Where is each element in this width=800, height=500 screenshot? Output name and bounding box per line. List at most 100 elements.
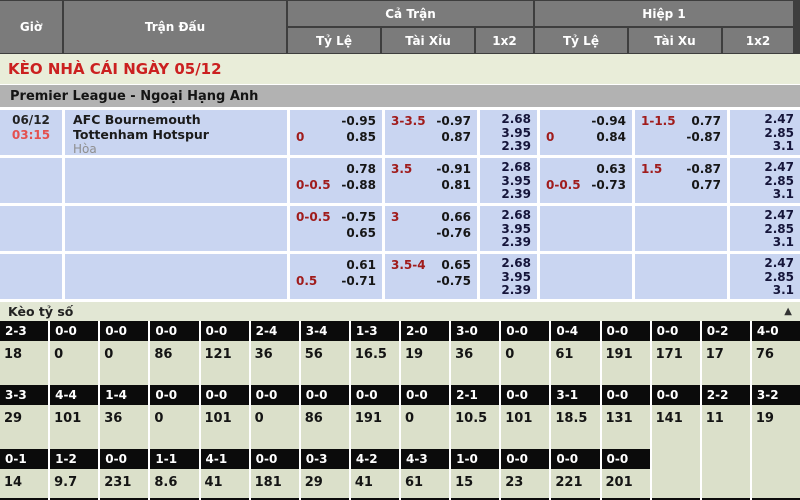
h1-handicap-cell[interactable] (540, 206, 632, 251)
score-odds-cell[interactable]: 9.7 (50, 469, 98, 498)
ft-1x2-cell[interactable]: 2.683.952.39 (480, 110, 537, 155)
ft-handicap-cell[interactable]: 0.610.5-0.71 (290, 254, 382, 299)
odds-line: 0.77 (641, 177, 721, 193)
score-odds-cell[interactable]: 29 (0, 405, 48, 449)
score-odds-cell[interactable]: 15 (451, 469, 499, 498)
score-odds-cell[interactable]: 29 (301, 469, 349, 498)
odds-line: 0.81 (391, 177, 471, 193)
score-odds-cell[interactable]: 191 (602, 341, 650, 385)
score-label (752, 449, 800, 469)
score-label: 2-3 (0, 321, 48, 341)
score-odds-cell[interactable]: 201 (602, 469, 650, 498)
score-odds-cell[interactable]: 17 (702, 341, 750, 385)
score-odds-cell[interactable]: 0 (251, 405, 299, 449)
score-odds-cell[interactable]: 61 (551, 341, 599, 385)
score-odds-cell[interactable]: 76 (752, 341, 800, 385)
handicap-value: 0 (296, 129, 304, 145)
odds-value: 2.47 (736, 161, 794, 175)
odds-value: 2.39 (486, 140, 531, 154)
score-section-bar[interactable]: Kèo tỷ số ▲ (0, 302, 800, 321)
score-odds-cell[interactable]: 19 (752, 405, 800, 449)
score-odds-cell[interactable]: 16.5 (351, 341, 399, 385)
collapse-triangle-icon[interactable]: ▲ (784, 306, 792, 317)
h1-overunder-cell[interactable] (635, 206, 727, 251)
header-ft-overunder: Tài Xỉu (382, 28, 474, 53)
h1-handicap-cell[interactable] (540, 254, 632, 299)
score-odds-cell[interactable]: 11 (702, 405, 750, 449)
score-label: 4-3 (401, 449, 449, 469)
odds-value: -0.71 (341, 273, 376, 289)
score-odds-row: 29101360101086191010.510118.51311411119 (0, 405, 800, 449)
ft-handicap-cell[interactable]: 0-0.5-0.750.65 (290, 206, 382, 251)
score-label: 0-0 (100, 321, 148, 341)
score-odds-cell[interactable]: 18 (0, 341, 48, 385)
score-label: 0-0 (501, 321, 549, 341)
score-odds-cell[interactable]: 191 (351, 405, 399, 449)
score-odds-cell[interactable]: 221 (551, 469, 599, 498)
score-odds-cell[interactable]: 36 (251, 341, 299, 385)
odds-line: 00.84 (546, 129, 626, 145)
score-odds-cell[interactable]: 36 (100, 405, 148, 449)
odds-value: 3.95 (486, 223, 531, 237)
score-odds-cell[interactable]: 8.6 (150, 469, 198, 498)
ft-handicap-cell[interactable]: -0.9500.85 (290, 110, 382, 155)
h1-1x2-cell[interactable]: 2.472.853.1 (730, 110, 800, 155)
h1-handicap-cell[interactable]: 0.630-0.5-0.73 (540, 158, 632, 203)
league-header[interactable]: Premier League - Ngoại Hạng Anh (0, 84, 800, 107)
h1-overunder-cell[interactable]: 1-1.50.77-0.87 (635, 110, 727, 155)
score-odds-cell[interactable]: 36 (451, 341, 499, 385)
score-odds-cell[interactable]: 23 (501, 469, 549, 498)
score-odds-cell[interactable]: 56 (301, 341, 349, 385)
score-odds-cell[interactable]: 86 (150, 341, 198, 385)
score-odds-cell[interactable]: 10.5 (451, 405, 499, 449)
score-label: 0-0 (652, 321, 700, 341)
score-odds-cell[interactable]: 0 (100, 341, 148, 385)
score-label (652, 449, 700, 469)
match-teams-cell (65, 206, 287, 251)
ft-1x2-cell[interactable]: 2.683.952.39 (480, 206, 537, 251)
ft-overunder-cell[interactable]: 3.5-40.65-0.75 (385, 254, 477, 299)
score-odds-cell[interactable]: 231 (100, 469, 148, 498)
h1-overunder-cell[interactable] (635, 254, 727, 299)
score-odds-cell[interactable]: 101 (501, 405, 549, 449)
score-odds-cell[interactable]: 101 (201, 405, 249, 449)
score-odds-cell[interactable]: 0 (150, 405, 198, 449)
score-odds-cell[interactable]: 18.5 (551, 405, 599, 449)
score-odds-cell[interactable]: 141 (652, 405, 700, 449)
handicap-value: 3.5-4 (391, 257, 426, 273)
score-odds-cell[interactable]: 41 (201, 469, 249, 498)
h1-1x2-cell[interactable]: 2.472.853.1 (730, 158, 800, 203)
ft-overunder-cell[interactable]: 30.66-0.76 (385, 206, 477, 251)
score-odds-cell[interactable]: 61 (401, 469, 449, 498)
score-odds-cell[interactable]: 131 (602, 405, 650, 449)
odds-line: 0.87 (391, 129, 471, 145)
score-label: 0-0 (150, 385, 198, 405)
score-odds-cell[interactable]: 41 (351, 469, 399, 498)
score-odds-cell[interactable]: 171 (652, 341, 700, 385)
h1-1x2-cell[interactable]: 2.472.853.1 (730, 254, 800, 299)
time-cell (0, 206, 62, 251)
odds-line: 3-3.5-0.97 (391, 113, 471, 129)
score-odds-cell[interactable]: 0 (50, 341, 98, 385)
score-odds-cell[interactable]: 121 (201, 341, 249, 385)
score-odds-cell[interactable]: 101 (50, 405, 98, 449)
score-label: 0-0 (351, 385, 399, 405)
score-odds-cell[interactable]: 181 (251, 469, 299, 498)
score-odds-cell[interactable]: 0 (501, 341, 549, 385)
odds-value: -0.87 (686, 161, 721, 177)
ft-1x2-cell[interactable]: 2.683.952.39 (480, 158, 537, 203)
score-odds-cell[interactable]: 0 (401, 405, 449, 449)
odds-value: 2.68 (486, 113, 531, 127)
h1-handicap-cell[interactable]: -0.9400.84 (540, 110, 632, 155)
score-label: 3-1 (551, 385, 599, 405)
score-odds-cell[interactable]: 19 (401, 341, 449, 385)
ft-overunder-cell[interactable]: 3.5-0.910.81 (385, 158, 477, 203)
score-label: 3-0 (451, 321, 499, 341)
ft-handicap-cell[interactable]: 0.780-0.5-0.88 (290, 158, 382, 203)
h1-overunder-cell[interactable]: 1.5-0.870.77 (635, 158, 727, 203)
score-odds-cell[interactable]: 14 (0, 469, 48, 498)
h1-1x2-cell[interactable]: 2.472.853.1 (730, 206, 800, 251)
score-odds-cell[interactable]: 86 (301, 405, 349, 449)
ft-1x2-cell[interactable]: 2.683.952.39 (480, 254, 537, 299)
ft-overunder-cell[interactable]: 3-3.5-0.970.87 (385, 110, 477, 155)
